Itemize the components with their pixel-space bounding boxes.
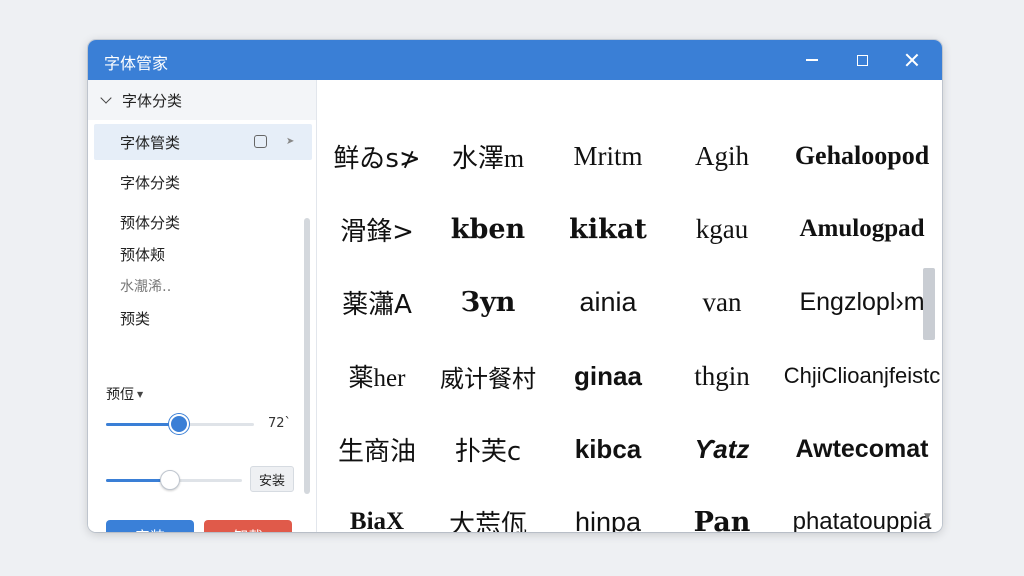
size-slider[interactable] bbox=[106, 414, 254, 434]
font-sample-cell[interactable]: thgin bbox=[663, 354, 781, 398]
sidebar-scrollbar[interactable] bbox=[304, 218, 310, 494]
font-sample-cell[interactable]: van bbox=[663, 280, 781, 324]
section-label-text: 预侸 bbox=[106, 387, 134, 403]
font-sample-cell[interactable]: 薬瀟A bbox=[317, 280, 437, 324]
font-sample-cell[interactable]: ChjiClioanjfeistc bbox=[784, 354, 941, 398]
font-sample-cell[interactable]: Зyn bbox=[433, 280, 543, 324]
preview-section-label[interactable]: 预侸 ▼ bbox=[106, 384, 143, 404]
maximize-icon bbox=[856, 54, 868, 66]
sidebar-item-preview-type[interactable]: 预类 bbox=[94, 300, 312, 336]
sidebar-item-preview[interactable]: 预体颊 bbox=[94, 236, 312, 272]
font-sample-cell[interactable]: Pan bbox=[663, 500, 781, 533]
font-sample-cell[interactable]: kibca bbox=[553, 427, 663, 471]
sidebar-item-label: 水㵾浠‥ bbox=[120, 279, 172, 295]
sidebar-item-preview-category[interactable]: 预体分类 bbox=[94, 204, 312, 240]
caret-down-icon: ▼ bbox=[137, 389, 144, 399]
slider-thumb[interactable] bbox=[160, 470, 180, 490]
sidebar-item-font-category[interactable]: 字体分类 bbox=[94, 164, 312, 200]
font-sample-cell[interactable]: 威计餐村 bbox=[433, 354, 543, 398]
font-sample-cell[interactable]: phatatouppia bbox=[787, 500, 937, 532]
mini-install-button[interactable]: 安装 bbox=[250, 466, 294, 492]
font-sample-cell[interactable]: 生商油 bbox=[317, 427, 437, 471]
sidebar-item-label: 字体分类 bbox=[120, 173, 181, 192]
install-button[interactable]: 安装 bbox=[106, 520, 194, 532]
title-bar[interactable]: 字体管家 bbox=[88, 40, 942, 80]
pin-icon[interactable]: ➤ bbox=[286, 136, 294, 147]
font-sample-cell[interactable]: Awtecomat bbox=[787, 427, 937, 471]
font-sample-cell[interactable]: 大莣佤 bbox=[433, 500, 543, 533]
maximize-button[interactable] bbox=[844, 46, 880, 74]
sidebar-item-label: 预体分类 bbox=[120, 213, 181, 232]
font-sample-cell[interactable]: BiaX bbox=[317, 500, 437, 532]
font-sample-cell[interactable]: Ƴatz bbox=[663, 427, 781, 471]
uninstall-button[interactable]: 卸载 bbox=[204, 520, 292, 532]
font-sample-cell[interactable]: 薬her bbox=[317, 354, 437, 398]
font-sample-cell[interactable]: Engzlopl›m bbox=[787, 280, 937, 324]
chevron-down-icon bbox=[100, 92, 112, 104]
font-sample-cell[interactable]: 鲜ゐs≯ bbox=[317, 134, 437, 178]
font-sample-cell[interactable]: ginaa bbox=[553, 354, 663, 398]
close-icon bbox=[905, 53, 919, 67]
font-sample-cell[interactable]: 扑芙c bbox=[433, 427, 543, 471]
slider-thumb[interactable] bbox=[169, 414, 189, 434]
sidebar-item-font-manage[interactable]: 字体管类 ➤ bbox=[94, 124, 312, 160]
weight-slider[interactable] bbox=[106, 470, 242, 490]
font-sample-cell[interactable]: Amulogpad bbox=[787, 207, 937, 251]
font-sample-cell[interactable]: Gehaloopod bbox=[787, 134, 937, 178]
content-scrollbar-thumb[interactable] bbox=[923, 268, 935, 340]
checkbox-icon[interactable] bbox=[254, 135, 267, 148]
font-sample-cell[interactable]: ainia bbox=[553, 280, 663, 324]
font-sample-cell[interactable]: hinpa bbox=[553, 500, 663, 533]
scroll-down-icon[interactable]: ▼ bbox=[924, 512, 931, 522]
sidebar-item-water[interactable]: 水㵾浠‥ bbox=[94, 268, 312, 304]
font-sample-cell[interactable]: 水澤m bbox=[433, 134, 543, 178]
size-value: 72` bbox=[268, 416, 292, 431]
font-preview-area: 鲜ゐs≯ 水澤m Mritm Agih Gehaloopod 滑鋒> kben kikat kg… bbox=[317, 80, 942, 532]
tree-header[interactable]: 字体分类 bbox=[88, 80, 316, 120]
sidebar-item-label: 字体管类 bbox=[120, 133, 181, 152]
sidebar-item-label: 预类 bbox=[120, 309, 151, 328]
font-manager-window: 字体管家 字体分类 字体管类 ➤ 字体分类 预体分类 预体颊 水㵾浠‥ 预类 预… bbox=[88, 40, 942, 532]
sidebar: 字体分类 字体管类 ➤ 字体分类 预体分类 预体颊 水㵾浠‥ 预类 预侸 ▼ 7… bbox=[88, 80, 317, 532]
font-sample-cell[interactable]: kben bbox=[433, 207, 543, 251]
window-title: 字体管家 bbox=[104, 54, 169, 73]
minimize-button[interactable] bbox=[794, 46, 830, 74]
tree-header-label: 字体分类 bbox=[122, 91, 183, 110]
close-button[interactable] bbox=[894, 46, 930, 74]
font-sample-cell[interactable]: Mritm bbox=[553, 134, 663, 178]
minimize-icon bbox=[806, 59, 818, 61]
font-sample-cell[interactable]: Agih bbox=[663, 134, 781, 178]
font-sample-cell[interactable]: kikat bbox=[553, 207, 663, 251]
font-sample-cell[interactable]: 滑鋒> bbox=[317, 207, 437, 251]
sidebar-item-label: 预体颊 bbox=[120, 245, 166, 264]
font-sample-cell[interactable]: kgau bbox=[663, 207, 781, 251]
